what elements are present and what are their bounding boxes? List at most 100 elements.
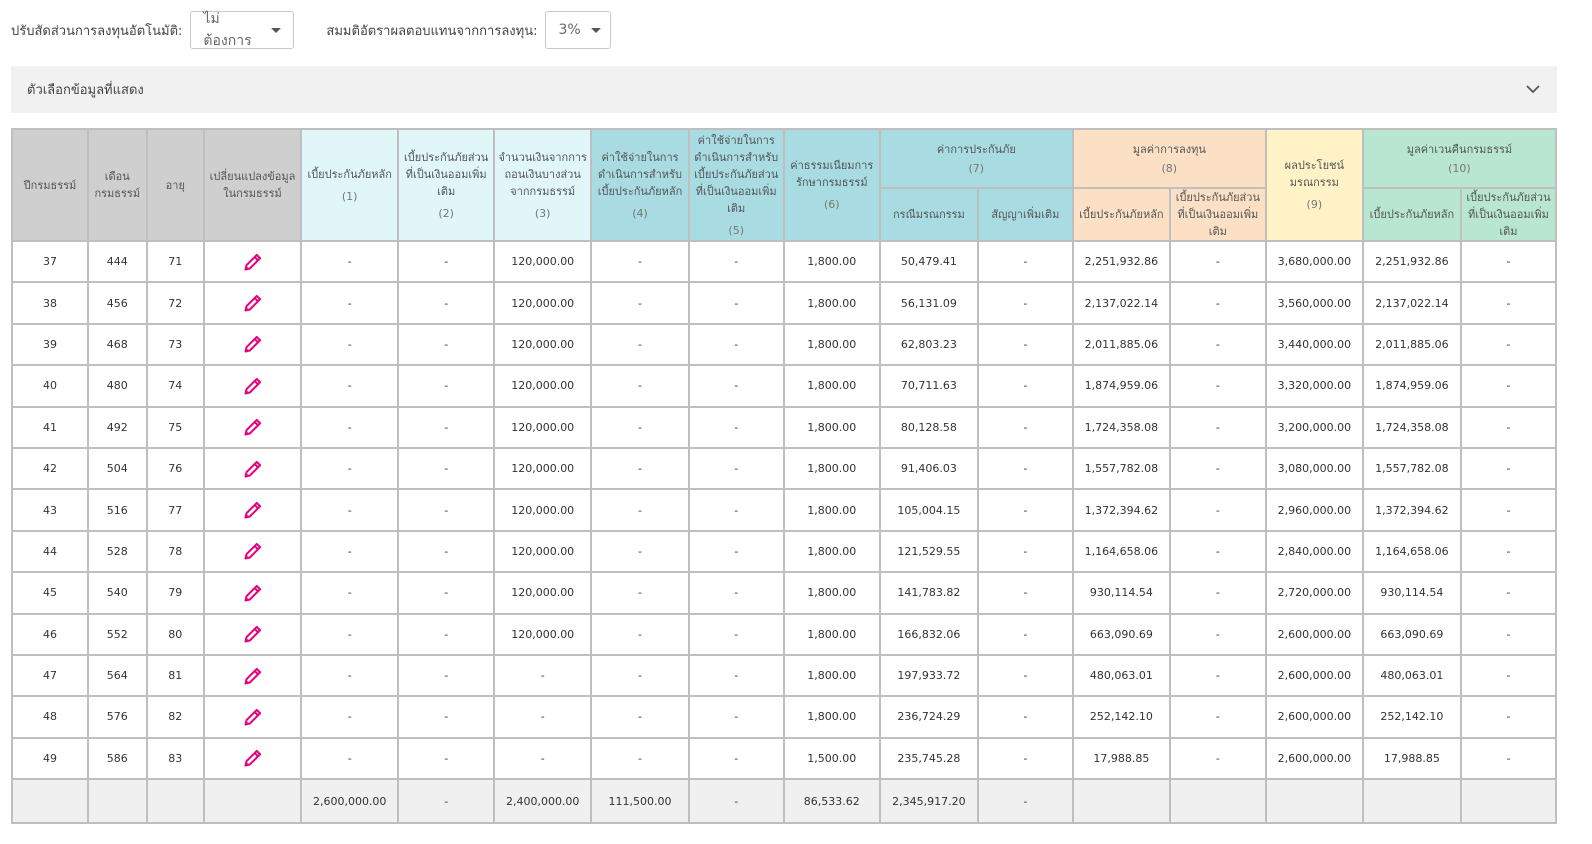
table-cell: 3,080,000.00 — [1264, 446, 1364, 491]
table-cell: - — [590, 364, 690, 408]
table-cell: 1,164,658.06 — [1071, 529, 1171, 574]
table-cell: - — [976, 322, 1074, 367]
table-row: 46 552 80- -120,000.00- -1,800.00 166,832.06-… — [11, 612, 1557, 656]
edit-policy-button[interactable] — [202, 695, 303, 739]
edit-policy-button[interactable] — [202, 529, 303, 574]
pencil-icon — [244, 419, 261, 436]
table-cell: - — [397, 571, 496, 615]
table-cell: - — [687, 571, 785, 615]
total-cell: 2,345,917.20 — [878, 778, 979, 824]
benefit-table-container[interactable]: ปีกรมธรรม์ เดือนกรมธรรม์ อายุ เปลี่ยนแปล… — [11, 128, 1557, 824]
table-cell: - — [1459, 488, 1557, 532]
return-rate-value: 3% — [558, 22, 581, 38]
table-cell: - — [1168, 488, 1267, 532]
table-cell: - — [687, 695, 785, 739]
table-cell: 41 — [11, 405, 89, 449]
edit-policy-button[interactable] — [202, 405, 303, 449]
benefit-table: ปีกรมธรรม์ เดือนกรมธรรม์ อายุ เปลี่ยนแปล… — [11, 128, 1557, 824]
chevron-down-icon[interactable] — [1525, 82, 1541, 98]
table-cell: 480 — [86, 364, 148, 408]
table-cell: 39 — [11, 322, 89, 367]
table-cell: 105,004.15 — [878, 488, 979, 532]
table-row: 48 576 82- - - - -1,800.00 236,724.29-252,142.1… — [11, 695, 1557, 739]
table-cell: - — [397, 446, 496, 491]
table-cell: 70,711.63 — [878, 364, 979, 408]
edit-policy-button[interactable] — [202, 612, 303, 656]
table-cell: - — [687, 446, 785, 491]
table-cell: 91,406.03 — [878, 446, 979, 491]
edit-policy-button[interactable] — [202, 281, 303, 325]
table-cell: - — [590, 322, 690, 367]
table-cell: 78 — [145, 529, 205, 574]
table-row: 39 468 73- -120,000.00- -1,800.00 62,803.23-2… — [11, 322, 1557, 367]
table-cell: - — [300, 446, 400, 491]
table-cell: - — [493, 695, 593, 739]
table-cell: 2,011,885.06 — [1361, 322, 1462, 367]
edit-policy-button[interactable] — [202, 653, 303, 698]
table-cell: 3,440,000.00 — [1264, 322, 1364, 367]
table-cell: 663,090.69 — [1361, 612, 1462, 656]
auto-rebalance-value: ไม่ต้องการ — [203, 11, 252, 49]
table-cell: - — [1459, 281, 1557, 325]
table-cell: 83 — [145, 736, 205, 781]
header-c4: ค่าใช้จ่ายในการดำเนินการสำหรับเบี้ยประกั… — [590, 128, 690, 242]
table-cell: 2,960,000.00 — [1264, 488, 1364, 532]
table-cell: - — [397, 405, 496, 449]
edit-policy-button[interactable] — [202, 239, 303, 284]
total-cell — [1071, 778, 1171, 824]
table-cell: 586 — [86, 736, 148, 781]
edit-policy-button[interactable] — [202, 322, 303, 367]
table-cell: - — [300, 653, 400, 698]
table-cell: - — [687, 322, 785, 367]
table-cell: - — [1168, 736, 1267, 781]
table-cell: - — [1459, 612, 1557, 656]
table-cell: - — [590, 239, 690, 284]
table-cell: - — [1459, 239, 1557, 284]
caret-down-icon — [271, 27, 282, 33]
table-cell: - — [976, 612, 1074, 656]
table-cell: 2,600,000.00 — [1264, 612, 1364, 656]
table-cell: 2,251,932.86 — [1071, 239, 1171, 284]
table-cell: 2,600,000.00 — [1264, 653, 1364, 698]
total-cell — [1459, 778, 1557, 824]
table-cell: 120,000.00 — [493, 612, 593, 656]
pencil-icon — [244, 543, 261, 560]
table-cell: 38 — [11, 281, 89, 325]
pencil-icon — [244, 377, 261, 395]
table-cell: - — [300, 488, 400, 532]
table-cell: 2,720,000.00 — [1264, 571, 1364, 615]
edit-policy-button[interactable] — [202, 364, 303, 408]
table-cell: - — [590, 488, 690, 532]
header-c7b: สัญญาเพิ่มเติม — [976, 187, 1074, 242]
header-c10a: เบี้ยประกันภัยหลัก — [1361, 187, 1462, 242]
display-options-accordion[interactable]: ตัวเลือกข้อมูลที่แสดง — [11, 66, 1557, 113]
display-options-title: ตัวเลือกข้อมูลที่แสดง — [27, 83, 144, 98]
table-cell: 120,000.00 — [493, 529, 593, 574]
table-cell: 1,724,358.08 — [1071, 405, 1171, 449]
edit-policy-button[interactable] — [202, 446, 303, 491]
table-body: 37 444 71- -120,000.00- -1,800.00 50,479.41-2… — [11, 239, 1557, 781]
table-cell: - — [1168, 239, 1267, 284]
table-cell: - — [976, 446, 1074, 491]
edit-policy-button[interactable] — [202, 736, 303, 781]
table-cell: 141,783.82 — [878, 571, 979, 615]
table-cell: - — [1168, 571, 1267, 615]
return-rate-dropdown[interactable]: 3% — [545, 11, 612, 49]
edit-policy-button[interactable] — [202, 488, 303, 532]
table-cell: 17,988.85 — [1361, 736, 1462, 781]
pencil-icon — [244, 253, 261, 271]
header-c7a: กรณีมรณกรรม — [878, 187, 979, 242]
table-cell: - — [1168, 322, 1267, 367]
table-cell: - — [300, 281, 400, 325]
header-c8: มูลค่าการลงทุน (8) — [1071, 128, 1267, 189]
edit-policy-button[interactable] — [202, 571, 303, 615]
pencil-icon — [244, 501, 261, 519]
total-cell: 2,400,000.00 — [493, 778, 593, 824]
table-cell: 1,800.00 — [782, 405, 881, 449]
header-age: อายุ — [145, 128, 205, 242]
table-cell: 516 — [86, 488, 148, 532]
auto-rebalance-dropdown[interactable]: ไม่ต้องการ — [190, 11, 295, 49]
table-cell: 1,800.00 — [782, 281, 881, 325]
table-cell: - — [397, 529, 496, 574]
table-cell: - — [397, 488, 496, 532]
